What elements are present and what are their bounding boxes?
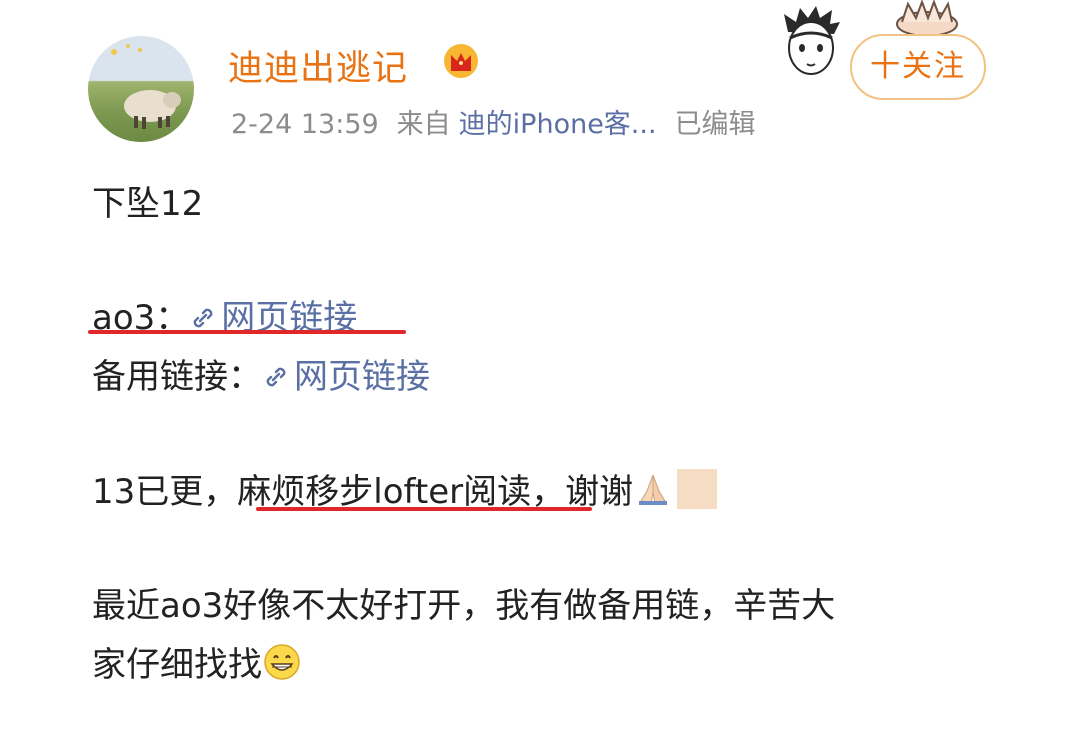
backup-link-label: 备用链接： xyxy=(92,357,262,397)
praying-hands-emoji xyxy=(639,474,668,505)
post-line-6: 家仔细找找 xyxy=(92,637,302,686)
avatar[interactable] xyxy=(88,36,194,142)
post-line-1: 下坠12 xyxy=(92,184,204,224)
post-line-5: 最近ao3好像不太好打开，我有做备用链，辛苦大 xyxy=(92,586,836,626)
follow-button[interactable]: 十关注 xyxy=(850,34,986,100)
source-app-link[interactable]: 迪的iPhone客... xyxy=(459,109,657,140)
backup-web-link-text: 网页链接 xyxy=(294,357,430,397)
link-icon xyxy=(266,367,286,387)
post-timestamp: 2-24 13:59 xyxy=(231,109,379,140)
post-line-4-part-b: 麻烦移步lofter阅读 xyxy=(237,472,532,512)
post-line-4-part-c: ，谢谢 xyxy=(531,472,634,512)
crown-icon xyxy=(444,44,478,78)
edited-label[interactable]: 已编辑 xyxy=(675,109,756,140)
grin-emoji xyxy=(264,644,300,680)
backup-web-link[interactable]: 网页链接 xyxy=(262,357,430,397)
red-underline-ao3 xyxy=(88,330,406,334)
red-underline-lofter xyxy=(256,507,592,511)
sticker-face xyxy=(784,6,840,75)
post-line-3: 备用链接： 网页链接 xyxy=(92,349,430,398)
post-line-4: 13已更，麻烦移步lofter阅读，谢谢 xyxy=(92,464,718,513)
weibo-post: 迪迪出逃记 2-24 13:59 来自 迪的iPhone客... 已编辑 十关注 下坠… xyxy=(0,0,1080,734)
link-icon xyxy=(193,308,213,328)
post-line-4-part-a: 13已更， xyxy=(92,472,238,512)
username[interactable]: 迪迪出逃记 xyxy=(228,40,408,91)
sticker-flower xyxy=(896,0,958,36)
post-meta: 2-24 13:59 来自 迪的iPhone客... 已编辑 xyxy=(231,102,774,141)
sheep-photo xyxy=(111,44,181,129)
source-prefix: 来自 xyxy=(396,109,451,140)
post-line-6-text: 家仔细找找 xyxy=(92,645,262,685)
skin-tone-modifier xyxy=(677,469,718,509)
